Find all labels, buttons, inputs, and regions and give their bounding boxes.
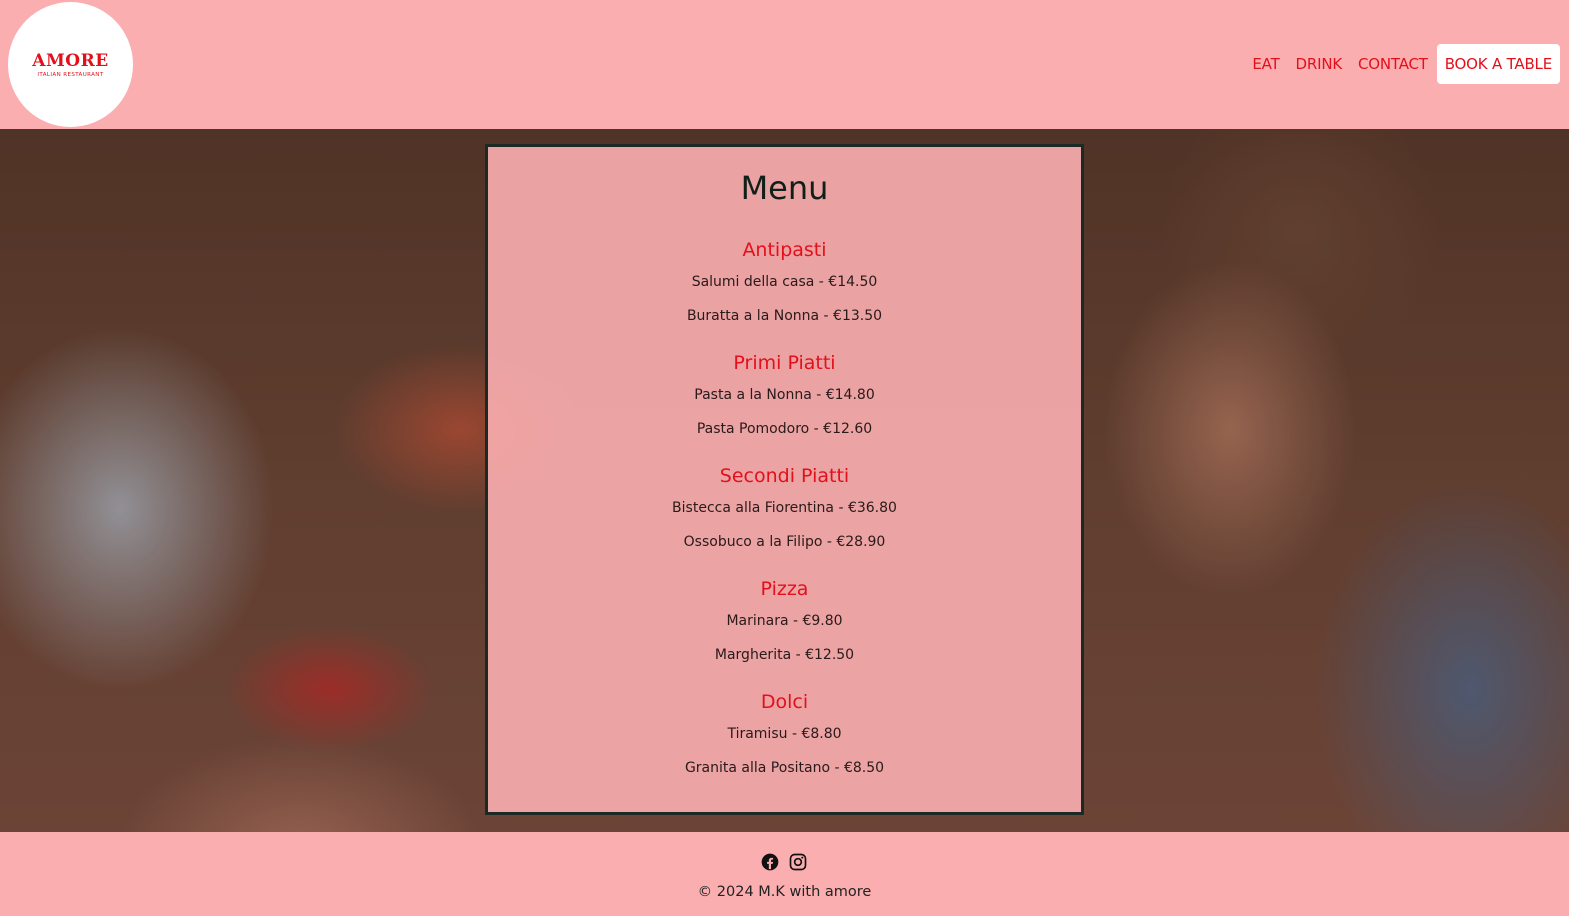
section-heading: Dolci bbox=[760, 691, 809, 713]
menu-card: Menu Antipasti Salumi della casa - €14.5… bbox=[485, 144, 1084, 815]
menu-section-antipasti: Antipasti Salumi della casa - €14.50 Bur… bbox=[488, 238, 1081, 325]
copyright-text: © 2024 M.K with amore bbox=[697, 884, 872, 900]
social-links bbox=[760, 852, 808, 872]
menu-section-primi: Primi Piatti Pasta a la Nonna - €14.80 P… bbox=[488, 351, 1081, 438]
menu-title: Menu bbox=[740, 169, 829, 207]
menu-section-pizza: Pizza Marinara - €9.80 Margherita - €12.… bbox=[488, 577, 1081, 664]
menu-item: Tiramisu - €8.80 bbox=[727, 726, 842, 742]
section-heading: Primi Piatti bbox=[733, 352, 836, 374]
menu-item: Marinara - €9.80 bbox=[726, 613, 843, 629]
menu-item: Granita alla Positano - €8.50 bbox=[684, 760, 885, 776]
menu-item: Margherita - €12.50 bbox=[714, 647, 855, 663]
menu-item: Ossobuco a la Filipo - €28.90 bbox=[683, 534, 886, 550]
section-heading: Pizza bbox=[760, 578, 809, 600]
logo-tagline: ITALIAN RESTAURANT bbox=[37, 71, 104, 78]
site-header: AMORE ITALIAN RESTAURANT EAT DRINK CONTA… bbox=[0, 0, 1569, 129]
logo-name: AMORE bbox=[32, 50, 109, 71]
menu-item: Buratta a la Nonna - €13.50 bbox=[686, 308, 883, 324]
nav-drink-link[interactable]: DRINK bbox=[1296, 55, 1343, 73]
nav-contact-link[interactable]: CONTACT bbox=[1358, 55, 1428, 73]
restaurant-logo[interactable]: AMORE ITALIAN RESTAURANT bbox=[8, 2, 133, 127]
section-heading: Secondi Piatti bbox=[719, 465, 850, 487]
menu-item: Bistecca alla Fiorentina - €36.80 bbox=[672, 500, 897, 516]
book-table-button[interactable]: BOOK A TABLE bbox=[1436, 44, 1560, 84]
menu-item: Salumi della casa - €14.50 bbox=[691, 274, 878, 290]
section-heading: Antipasti bbox=[742, 239, 827, 261]
menu-item: Pasta a la Nonna - €14.80 bbox=[694, 387, 875, 403]
instagram-icon[interactable] bbox=[788, 852, 808, 872]
menu-item: Pasta Pomodoro - €12.60 bbox=[696, 421, 873, 437]
menu-section-secondi: Secondi Piatti Bistecca alla Fiorentina … bbox=[488, 464, 1081, 551]
main-nav: EAT DRINK CONTACT BOOK A TABLE bbox=[1252, 44, 1560, 84]
menu-section-dolci: Dolci Tiramisu - €8.80 Granita alla Posi… bbox=[488, 690, 1081, 777]
nav-eat-link[interactable]: EAT bbox=[1252, 55, 1279, 73]
facebook-icon[interactable] bbox=[760, 852, 780, 872]
site-footer: © 2024 M.K with amore bbox=[0, 832, 1569, 916]
